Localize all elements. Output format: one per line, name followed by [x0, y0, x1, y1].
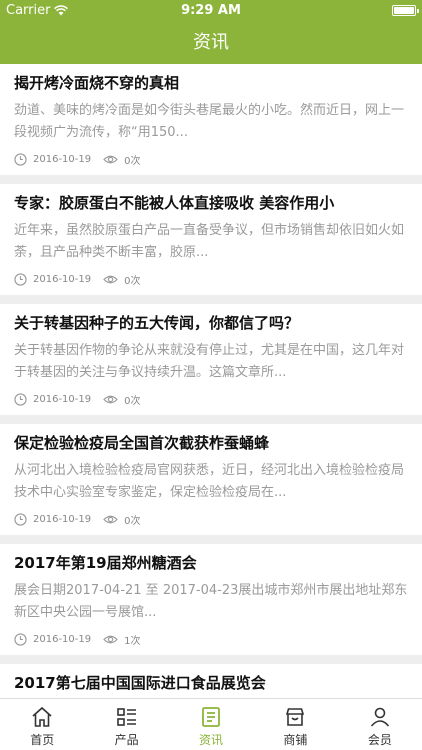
article-card[interactable]: 保定检验检疫局全国首次截获柞蚕蛹蜂 从河北出入境检验检疫局官网获悉，近日，经河北…	[0, 424, 422, 535]
clock-icon	[14, 152, 27, 166]
article-list[interactable]: 揭开烤冷面烧不穿的真相 劲道、美味的烤冷面是如今街头巷尾最火的小吃。然而近日，网…	[0, 64, 422, 698]
page-title: 资讯	[0, 22, 422, 64]
clock-icon	[14, 512, 27, 526]
user-icon	[370, 707, 389, 727]
eye-icon	[103, 635, 118, 643]
list-icon	[116, 708, 136, 726]
article-title: 保定检验检疫局全国首次截获柞蚕蛹蜂	[14, 434, 270, 452]
article-date: 2016-10-19	[33, 633, 92, 645]
article-views: 0次	[124, 275, 141, 287]
tab-bar: 首页 产品 资讯 商铺 会员	[0, 698, 422, 750]
article-views: 1次	[124, 635, 141, 647]
tab-label: 首页	[30, 733, 55, 747]
eye-icon	[103, 275, 118, 283]
article-meta: 2016-10-19 0次	[14, 390, 408, 408]
article-summary: 近年来，虽然胶原蛋白产品一直备受争议，但市场销售却依旧如火如荼，且产品种类不断丰…	[14, 223, 405, 260]
tab-member[interactable]: 会员	[338, 699, 422, 750]
clock-icon	[14, 632, 27, 646]
article-summary: 展会日期2017-04-21 至 2017-04-23展出城市郑州市展出地址郑东…	[14, 583, 408, 620]
tab-products[interactable]: 产品	[84, 699, 168, 750]
article-card[interactable]: 2017年第19届郑州糖酒会 展会日期2017-04-21 至 2017-04-…	[0, 544, 422, 655]
article-title: 2017年第19届郑州糖酒会	[14, 554, 197, 572]
home-icon	[32, 706, 52, 727]
article-summary: 劲道、美味的烤冷面是如今街头巷尾最火的小吃。然而近日，网上一段视频广为流传，称“…	[14, 103, 405, 140]
article-title: 关于转基因种子的五大传闻，你都信了吗？	[14, 314, 300, 332]
store-icon	[286, 708, 305, 726]
article-card[interactable]: 揭开烤冷面烧不穿的真相 劲道、美味的烤冷面是如今街头巷尾最火的小吃。然而近日，网…	[0, 64, 422, 175]
article-meta: 2016-10-19 0次	[14, 270, 408, 288]
article-title: 2017第七届中国国际进口食品展览会	[14, 674, 266, 692]
eye-icon	[103, 395, 118, 403]
article-date: 2016-10-19	[33, 153, 92, 165]
article-title: 揭开烤冷面烧不穿的真相	[14, 74, 180, 92]
article-card[interactable]: 专家：胶原蛋白不能被人体直接吸收 美容作用小 近年来，虽然胶原蛋白产品一直备受争…	[0, 184, 422, 295]
article-meta: 2016-10-19 0次	[14, 150, 408, 168]
article-date: 2016-10-19	[33, 393, 92, 405]
article-date: 2016-10-19	[33, 513, 92, 525]
article-meta: 2016-10-19 1次	[14, 630, 408, 648]
status-bar: Carrier 9:29 AM	[0, 0, 422, 22]
article-card[interactable]: 关于转基因种子的五大传闻，你都信了吗？ 关于转基因作物的争论从来就没有停止过，尤…	[0, 304, 422, 415]
article-summary: 从河北出入境检验检疫局官网获悉，近日，经河北出入境检验检疫局技术中心实验室专家鉴…	[14, 463, 405, 500]
tab-stores[interactable]: 商铺	[253, 699, 337, 750]
article-title: 专家：胶原蛋白不能被人体直接吸收 美容作用小	[14, 194, 335, 212]
clock-icon	[14, 272, 27, 286]
tab-news[interactable]: 资讯	[169, 699, 253, 750]
article-views: 0次	[124, 515, 141, 527]
article-card[interactable]: 2017第七届中国国际进口食品展览会	[0, 664, 422, 698]
tab-label: 会员	[367, 733, 392, 747]
news-icon	[202, 707, 220, 727]
tab-label: 商铺	[283, 733, 308, 747]
eye-icon	[103, 155, 118, 163]
tab-label: 资讯	[199, 733, 224, 747]
eye-icon	[103, 515, 118, 523]
status-time: 9:29 AM	[181, 3, 241, 18]
article-date: 2016-10-19	[33, 273, 92, 285]
article-views: 0次	[124, 155, 141, 167]
battery-icon	[392, 5, 419, 16]
article-meta: 2016-10-19 0次	[14, 510, 408, 528]
tab-home[interactable]: 首页	[0, 699, 84, 750]
tab-label: 产品	[114, 733, 139, 747]
clock-icon	[14, 392, 27, 406]
article-views: 0次	[124, 395, 141, 407]
article-summary: 关于转基因作物的争论从来就没有停止过，尤其是在中国，这几年对于转基因的关注与争议…	[14, 343, 405, 380]
